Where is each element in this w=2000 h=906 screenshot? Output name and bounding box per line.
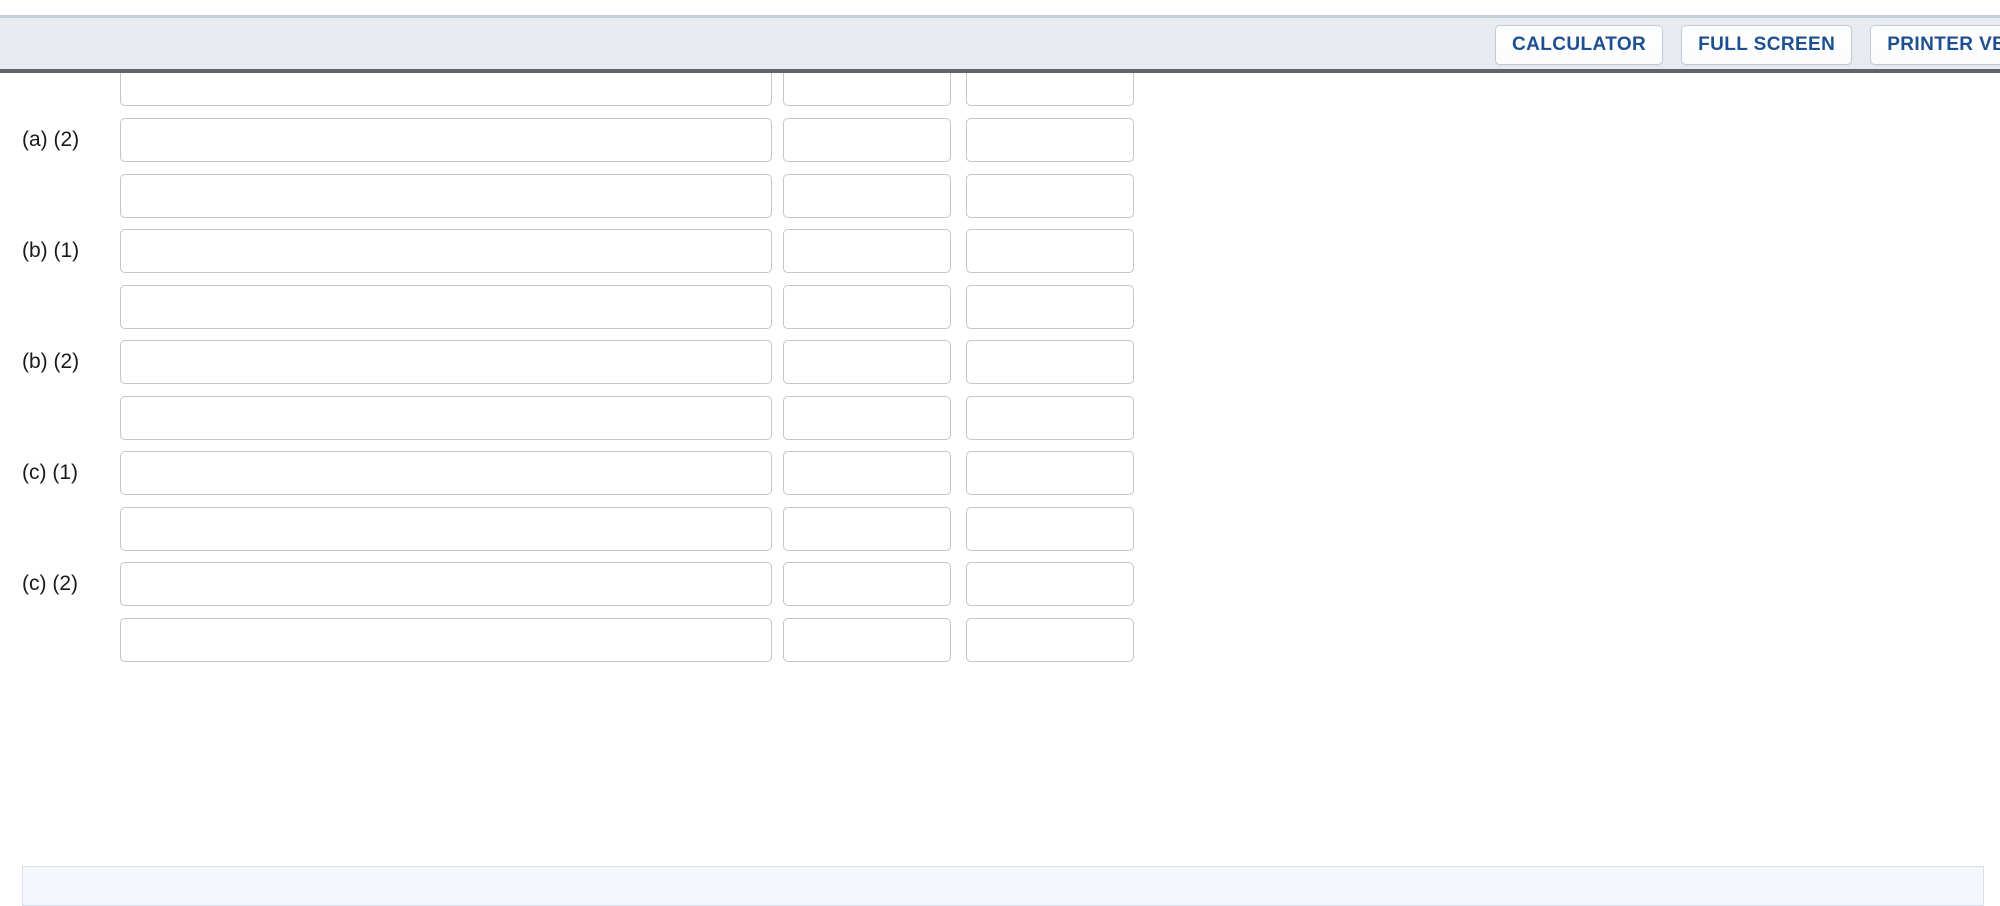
answer-input-r4-c1[interactable]: [783, 285, 951, 329]
bottom-info-panel: [22, 866, 1984, 906]
answer-input-r7-c0[interactable]: [120, 451, 772, 495]
answer-input-r10-c1[interactable]: [783, 618, 951, 662]
answer-input-r6-c0[interactable]: [120, 396, 772, 440]
answer-input-r1-c1[interactable]: [783, 118, 951, 162]
answer-input-r8-c2[interactable]: [966, 507, 1134, 551]
answer-row: [0, 618, 1400, 662]
answer-input-r10-c0[interactable]: [120, 618, 772, 662]
answer-input-r4-c2[interactable]: [966, 285, 1134, 329]
answer-input-r3-c0[interactable]: [120, 229, 772, 273]
answer-input-r1-c2[interactable]: [966, 118, 1134, 162]
answer-input-r10-c2[interactable]: [966, 618, 1134, 662]
calculator-button[interactable]: CALCULATOR: [1495, 25, 1664, 65]
answer-input-r2-c0[interactable]: [120, 174, 772, 218]
answer-row: [0, 396, 1400, 440]
answer-input-r3-c2[interactable]: [966, 229, 1134, 273]
printer-version-button[interactable]: PRINTER VERSION: [1870, 25, 2000, 65]
answer-input-r1-c0[interactable]: [120, 118, 772, 162]
answer-row: (b) (2): [0, 340, 1400, 384]
answer-input-r2-c2[interactable]: [966, 174, 1134, 218]
assignment-toolbar: CALCULATOR FULL SCREEN PRINTER VERSION: [0, 15, 2000, 73]
answer-input-r9-c1[interactable]: [783, 562, 951, 606]
answer-input-r3-c1[interactable]: [783, 229, 951, 273]
answer-input-r5-c0[interactable]: [120, 340, 772, 384]
answer-row: [0, 285, 1400, 329]
answer-row-label: (a) (2): [22, 128, 80, 151]
toolbar-button-group: CALCULATOR FULL SCREEN PRINTER VERSION: [1495, 25, 2000, 65]
answer-row-label: (b) (2): [22, 350, 80, 373]
answer-input-r8-c0[interactable]: [120, 507, 772, 551]
answer-row: (c) (1): [0, 451, 1400, 495]
answer-input-r5-c2[interactable]: [966, 340, 1134, 384]
answer-input-r6-c2[interactable]: [966, 396, 1134, 440]
answer-input-r7-c1[interactable]: [783, 451, 951, 495]
answer-input-r9-c0[interactable]: [120, 562, 772, 606]
answer-input-r5-c1[interactable]: [783, 340, 951, 384]
answer-row: (b) (1): [0, 229, 1400, 273]
answer-row: [0, 174, 1400, 218]
answer-row-label: (c) (1): [22, 461, 78, 484]
answer-input-r4-c0[interactable]: [120, 285, 772, 329]
answer-row-label: (c) (2): [22, 572, 78, 595]
answer-input-r2-c1[interactable]: [783, 174, 951, 218]
answer-row: [0, 507, 1400, 551]
answer-input-r7-c2[interactable]: [966, 451, 1134, 495]
answer-row: (a) (2): [0, 118, 1400, 162]
answer-row-label: (b) (1): [22, 239, 80, 262]
full-screen-button[interactable]: FULL SCREEN: [1681, 25, 1853, 65]
answer-row: (c) (2): [0, 562, 1400, 606]
answer-input-r6-c1[interactable]: [783, 396, 951, 440]
answer-input-r9-c2[interactable]: [966, 562, 1134, 606]
answer-input-r8-c1[interactable]: [783, 507, 951, 551]
